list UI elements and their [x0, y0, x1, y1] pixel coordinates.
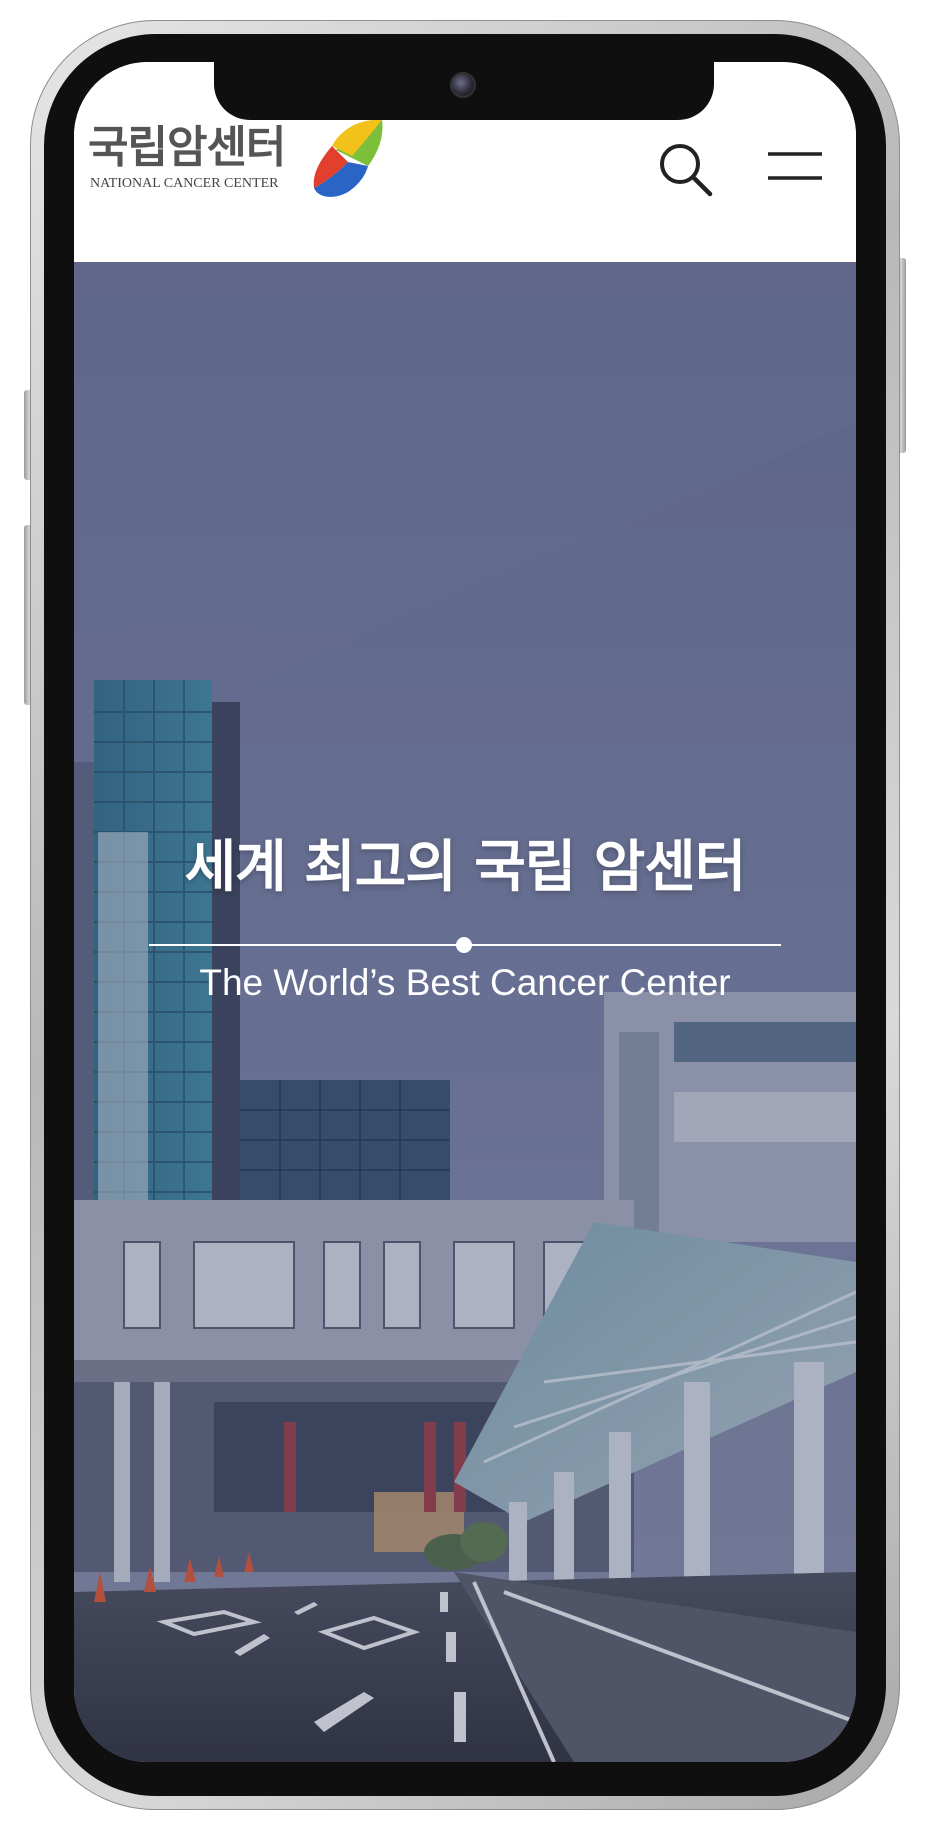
logo-english-text: NATIONAL CANCER CENTER — [90, 176, 279, 191]
logo-korean-text: 국립암센터 — [88, 122, 286, 173]
front-camera — [450, 72, 476, 98]
search-icon — [660, 144, 713, 197]
hero-divider-dot — [456, 937, 472, 953]
hamburger-menu-icon — [768, 152, 822, 180]
search-button[interactable] — [654, 138, 718, 202]
hero-title: 세계 최고의 국립 암센터 — [184, 835, 747, 900]
menu-button[interactable] — [764, 144, 828, 194]
phone-notch — [214, 62, 714, 120]
hero-tint-overlay — [74, 262, 856, 1762]
site-logo[interactable]: 국립암센터 NATIONAL CANCER CENTER — [88, 119, 388, 212]
hero-banner: 세계 최고의 국립 암센터 The World’s Best Cancer Ce… — [74, 262, 856, 1762]
hero-subtitle: The World’s Best Cancer Center — [199, 962, 731, 1003]
logo-leaf-icon — [313, 119, 383, 197]
device-mockup: 국립암센터 NATIONAL CANCER CENTER 세계 최고의 국립 암… — [0, 0, 930, 1830]
phone-screen: 국립암센터 NATIONAL CANCER CENTER 세계 최고의 국립 암… — [74, 62, 856, 1762]
